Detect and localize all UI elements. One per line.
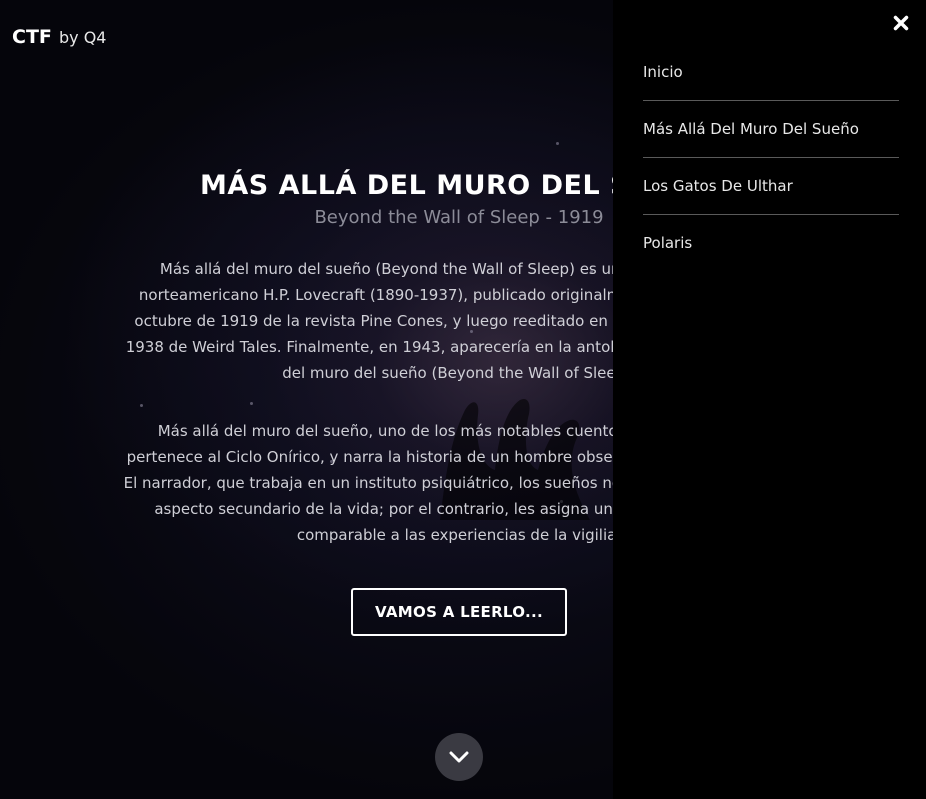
brand-name: CTF (12, 26, 52, 48)
close-menu-button[interactable] (890, 12, 912, 34)
read-story-button[interactable]: VAMOS A LEERLO... (351, 588, 567, 636)
nav-item-los-gatos-de-ulthar[interactable]: Los Gatos De Ulthar (643, 158, 899, 215)
close-icon (893, 15, 909, 31)
brand-logo[interactable]: CTF by Q4 (12, 26, 106, 48)
navigation-panel: Inicio Más Allá Del Muro Del Sueño Los G… (613, 0, 926, 799)
nav-item-polaris[interactable]: Polaris (643, 215, 899, 271)
nav-item-mas-alla-del-muro-del-sueno[interactable]: Más Allá Del Muro Del Sueño (643, 101, 899, 158)
scroll-down-button[interactable] (435, 733, 483, 781)
nav-menu: Inicio Más Allá Del Muro Del Sueño Los G… (643, 44, 899, 271)
page: CTF by Q4 MÁS ALLÁ DEL MURO DEL SUEÑO Be… (0, 0, 926, 799)
brand-byline: by Q4 (58, 28, 107, 47)
chevron-down-icon (449, 751, 469, 763)
nav-item-inicio[interactable]: Inicio (643, 44, 899, 101)
